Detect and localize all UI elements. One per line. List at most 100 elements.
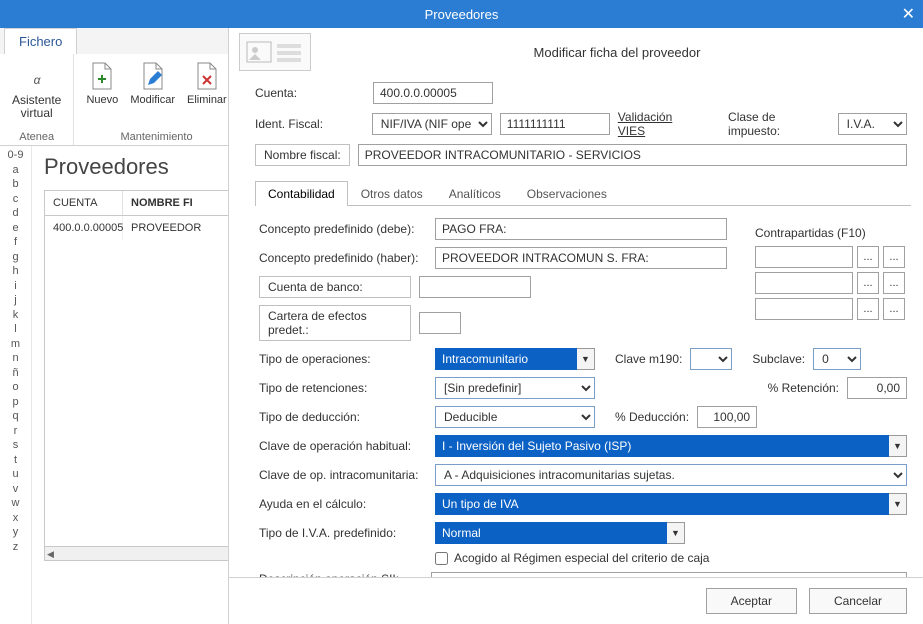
close-icon[interactable]: ✕ bbox=[902, 4, 915, 24]
alpha-v[interactable]: v bbox=[13, 482, 19, 497]
alpha-d[interactable]: d bbox=[12, 206, 18, 221]
contrapartida-input[interactable] bbox=[755, 272, 853, 294]
cuenta-banco-button[interactable]: Cuenta de banco: bbox=[259, 276, 411, 298]
ellipsis-button[interactable]: ... bbox=[883, 272, 905, 294]
modificar-button[interactable]: Modificar bbox=[126, 58, 179, 108]
image-placeholder[interactable] bbox=[239, 33, 311, 71]
clase-impuesto-label: Clase de impuesto: bbox=[728, 110, 830, 138]
alpha-z[interactable]: z bbox=[13, 540, 19, 555]
alpha-o[interactable]: o bbox=[12, 380, 18, 395]
alpha-g[interactable]: g bbox=[12, 250, 18, 265]
form-tabs: ContabilidadOtros datosAnalíticosObserva… bbox=[255, 180, 911, 206]
ayuda-calculo-select[interactable]: Un tipo de IVA bbox=[435, 493, 889, 515]
tipo-operaciones-label: Tipo de operaciones: bbox=[259, 352, 427, 366]
clave-intracom-select[interactable]: A - Adquisiciones intracomunitarias suje… bbox=[435, 464, 907, 486]
chevron-down-icon[interactable]: ▼ bbox=[889, 435, 907, 457]
alpha-j[interactable]: j bbox=[14, 293, 16, 308]
concepto-debe-label: Concepto predefinido (debe): bbox=[259, 222, 427, 236]
alpha-y[interactable]: y bbox=[13, 525, 19, 540]
concepto-debe-input[interactable] bbox=[435, 218, 727, 240]
ident-type-select[interactable]: NIF/IVA (NIF oper bbox=[372, 113, 492, 135]
col-cuenta[interactable]: CUENTA bbox=[45, 191, 123, 215]
clave-intracom-label: Clave de op. intracomunitaria: bbox=[259, 468, 427, 482]
alpha-f[interactable]: f bbox=[14, 235, 17, 250]
alpha-t[interactable]: t bbox=[14, 453, 17, 468]
ellipsis-button[interactable]: ... bbox=[857, 272, 879, 294]
clave-m190-select[interactable] bbox=[690, 348, 732, 370]
textarea-scrollbar[interactable]: ▴▾ bbox=[891, 572, 905, 577]
ellipsis-button[interactable]: ... bbox=[857, 246, 879, 268]
scroll-up-icon[interactable]: ▴ bbox=[896, 574, 900, 577]
tipo-deduccion-select[interactable]: Deducible bbox=[435, 406, 595, 428]
tipo-operaciones-select[interactable]: Intracomunitario bbox=[435, 348, 577, 370]
acogido-checkbox[interactable]: Acogido al Régimen especial del criterio… bbox=[435, 551, 709, 565]
chevron-down-icon[interactable]: ▼ bbox=[577, 348, 595, 370]
desc-sii-textarea[interactable] bbox=[431, 572, 907, 577]
scroll-left-icon[interactable]: ◀ bbox=[47, 549, 54, 560]
clave-m190-label: Clave m190: bbox=[615, 352, 682, 366]
ellipsis-button[interactable]: ... bbox=[883, 246, 905, 268]
ribbon-tab-fichero[interactable]: Fichero bbox=[4, 28, 77, 54]
form-title: Modificar ficha del proveedor bbox=[321, 45, 913, 60]
alpha-k[interactable]: k bbox=[13, 308, 19, 323]
cartera-efectos-button[interactable]: Cartera de efectos predet.: bbox=[259, 305, 411, 341]
subclave-select[interactable]: 0 bbox=[813, 348, 861, 370]
aceptar-button[interactable]: Aceptar bbox=[706, 588, 797, 614]
nombre-fiscal-button[interactable]: Nombre fiscal: bbox=[255, 144, 350, 166]
cuenta-banco-input[interactable] bbox=[419, 276, 531, 298]
pct-deduccion-input[interactable] bbox=[697, 406, 757, 428]
tab-analíticos[interactable]: Analíticos bbox=[436, 181, 514, 206]
alpha-n[interactable]: n bbox=[12, 351, 18, 366]
alpha-a[interactable]: a bbox=[12, 163, 18, 178]
ident-value-input[interactable] bbox=[500, 113, 610, 135]
alpha-u[interactable]: u bbox=[12, 467, 18, 482]
alpha-c[interactable]: c bbox=[13, 192, 19, 207]
cuenta-input[interactable] bbox=[373, 82, 493, 104]
validacion-vies-link[interactable]: Validación VIES bbox=[618, 110, 702, 138]
alpha-l[interactable]: l bbox=[14, 322, 16, 337]
tipo-iva-select[interactable]: Normal bbox=[435, 522, 667, 544]
clase-impuesto-select[interactable]: I.V.A. bbox=[838, 113, 907, 135]
cartera-efectos-input[interactable] bbox=[419, 312, 461, 334]
file-edit-icon bbox=[137, 60, 169, 92]
alpha-q[interactable]: q bbox=[12, 409, 18, 424]
nombre-fiscal-input[interactable] bbox=[358, 144, 907, 166]
nuevo-button[interactable]: Nuevo bbox=[82, 58, 122, 108]
contrapartida-input[interactable] bbox=[755, 298, 853, 320]
desc-sii-label: Descripción operación SII: bbox=[259, 572, 423, 577]
pct-deduccion-label: % Deducción: bbox=[615, 410, 689, 424]
tipo-deduccion-label: Tipo de deducción: bbox=[259, 410, 427, 424]
alpha-h[interactable]: h bbox=[12, 264, 18, 279]
file-plus-icon bbox=[86, 60, 118, 92]
eliminar-button[interactable]: Eliminar bbox=[183, 58, 231, 108]
alpha-x[interactable]: x bbox=[13, 511, 19, 526]
alpha-p[interactable]: p bbox=[12, 395, 18, 410]
tab-otros-datos[interactable]: Otros datos bbox=[348, 181, 436, 206]
titlebar: Proveedores ✕ bbox=[0, 0, 923, 28]
pct-retencion-label: % Retención: bbox=[768, 381, 839, 395]
alpha-w[interactable]: w bbox=[12, 496, 20, 511]
concepto-haber-input[interactable] bbox=[435, 247, 727, 269]
tipo-retenciones-select[interactable]: [Sin predefinir] bbox=[435, 377, 595, 399]
alpha-r[interactable]: r bbox=[14, 424, 18, 439]
alpha-s[interactable]: s bbox=[13, 438, 19, 453]
file-delete-icon bbox=[191, 60, 223, 92]
tab-observaciones[interactable]: Observaciones bbox=[514, 181, 620, 206]
contrapartida-input[interactable] bbox=[755, 246, 853, 268]
chevron-down-icon[interactable]: ▼ bbox=[667, 522, 685, 544]
alpha-e[interactable]: e bbox=[12, 221, 18, 236]
tab-contabilidad[interactable]: Contabilidad bbox=[255, 181, 348, 206]
alpha-m[interactable]: m bbox=[11, 337, 20, 352]
pct-retencion-input[interactable] bbox=[847, 377, 907, 399]
alpha-0-9[interactable]: 0-9 bbox=[8, 148, 24, 163]
asistente-virtual-button[interactable]: α Asistentevirtual bbox=[8, 58, 65, 122]
alpha-i[interactable]: i bbox=[14, 279, 16, 294]
chevron-down-icon[interactable]: ▼ bbox=[889, 493, 907, 515]
subclave-label: Subclave: bbox=[752, 352, 805, 366]
alpha-ñ[interactable]: ñ bbox=[12, 366, 18, 381]
ellipsis-button[interactable]: ... bbox=[857, 298, 879, 320]
clave-habitual-select[interactable]: I - Inversión del Sujeto Pasivo (ISP) bbox=[435, 435, 889, 457]
alpha-b[interactable]: b bbox=[12, 177, 18, 192]
cancelar-button[interactable]: Cancelar bbox=[809, 588, 907, 614]
ellipsis-button[interactable]: ... bbox=[883, 298, 905, 320]
